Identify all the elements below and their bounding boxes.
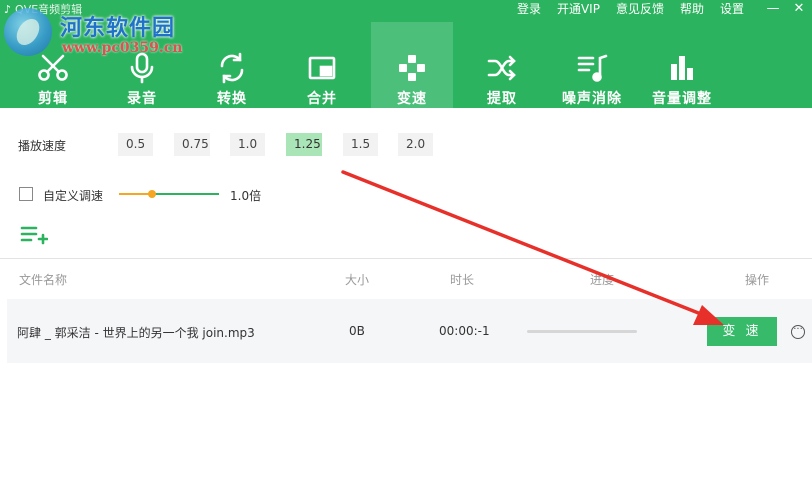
speed-option-1.0[interactable]: 1.0 xyxy=(230,133,265,156)
vip-link[interactable]: 开通VIP xyxy=(557,0,600,17)
microphone-icon xyxy=(125,52,159,84)
app-title: ♪ QVE音频剪辑 xyxy=(4,1,82,17)
file-duration: 00:00:-1 xyxy=(439,324,490,338)
tab-record[interactable]: 录音 xyxy=(101,46,183,108)
app-logo-icon: ♪ xyxy=(4,2,12,16)
tab-merge[interactable]: 合并 xyxy=(281,46,363,108)
feedback-link[interactable]: 意见反馈 xyxy=(616,0,664,17)
tab-merge-label: 合并 xyxy=(307,91,337,107)
tab-volume-label: 音量调整 xyxy=(652,91,712,107)
tab-volume[interactable]: 音量调整 xyxy=(641,46,723,108)
speed-option-1.5[interactable]: 1.5 xyxy=(343,133,378,156)
minimize-button[interactable]: — xyxy=(760,1,786,16)
speed-options-row: 播放速度 0.5 0.75 1.0 1.25 1.5 2.0 xyxy=(0,133,812,157)
table-divider xyxy=(0,258,812,259)
tab-convert-label: 转换 xyxy=(217,91,247,107)
tab-record-label: 录音 xyxy=(127,91,157,107)
table-row[interactable]: 阿肆 _ 郭采洁 - 世界上的另一个我 join.mp3 0B 00:00:-1… xyxy=(7,299,812,363)
top-menu: 登录 开通VIP 意见反馈 帮助 设置 — ✕ xyxy=(517,0,812,16)
feature-toolbar: 剪辑 录音 转换 合并 变速 提取 噪声消除 音量调整 xyxy=(0,22,812,108)
title-bar: ♪ QVE音频剪辑 登录 开通VIP 意见反馈 帮助 设置 — ✕ xyxy=(0,0,812,18)
more-options-icon[interactable]: ··· xyxy=(791,325,805,339)
file-name: 阿肆 _ 郭采洁 - 世界上的另一个我 join.mp3 xyxy=(17,326,255,340)
gamepad-icon xyxy=(395,52,429,84)
help-link[interactable]: 帮助 xyxy=(680,0,704,17)
scissors-icon xyxy=(36,52,70,84)
custom-speed-row: 自定义调速 1.0倍 xyxy=(0,184,812,206)
speed-option-0.75[interactable]: 0.75 xyxy=(174,133,210,156)
tab-cut[interactable]: 剪辑 xyxy=(12,46,94,108)
tab-denoise-label: 噪声消除 xyxy=(562,91,622,107)
speed-option-0.5[interactable]: 0.5 xyxy=(118,133,153,156)
header-size: 大小 xyxy=(345,273,370,287)
custom-speed-checkbox[interactable] xyxy=(19,187,33,201)
speed-option-1.25[interactable]: 1.25 xyxy=(286,133,322,156)
tab-extract[interactable]: 提取 xyxy=(461,46,543,108)
header-duration: 时长 xyxy=(450,273,475,287)
add-file-icon[interactable] xyxy=(20,224,49,246)
table-header: 文件名称 大小 时长 进度 操作 xyxy=(0,266,812,290)
tab-convert[interactable]: 转换 xyxy=(191,46,273,108)
close-button[interactable]: ✕ xyxy=(786,1,812,16)
app-header: ♪ QVE音频剪辑 登录 开通VIP 意见反馈 帮助 设置 — ✕ 剪辑 录音 … xyxy=(0,0,812,108)
speed-change-button[interactable]: 变 速 xyxy=(707,317,777,346)
tab-denoise[interactable]: 噪声消除 xyxy=(551,46,633,108)
header-action: 操作 xyxy=(745,273,770,287)
tab-speed[interactable]: 变速 xyxy=(371,22,453,108)
tab-speed-label: 变速 xyxy=(397,91,427,107)
file-progress-bar xyxy=(527,330,637,333)
speed-option-2.0[interactable]: 2.0 xyxy=(398,133,433,156)
noise-music-icon xyxy=(575,52,609,84)
convert-icon xyxy=(215,52,249,84)
app-title-text: QVE音频剪辑 xyxy=(15,3,83,16)
header-progress: 进度 xyxy=(590,273,615,287)
slider-thumb[interactable] xyxy=(148,190,156,198)
login-link[interactable]: 登录 xyxy=(517,0,541,17)
slider-track-rest xyxy=(152,193,219,195)
file-size: 0B xyxy=(349,324,365,338)
tab-extract-label: 提取 xyxy=(487,91,517,107)
merge-icon xyxy=(305,52,339,84)
settings-link[interactable]: 设置 xyxy=(720,0,744,17)
custom-speed-label: 自定义调速 xyxy=(43,189,104,203)
speed-label: 播放速度 xyxy=(18,139,67,153)
header-filename: 文件名称 xyxy=(19,273,68,287)
shuffle-icon xyxy=(485,52,519,84)
tab-cut-label: 剪辑 xyxy=(38,91,68,107)
volume-bars-icon xyxy=(665,52,699,84)
custom-speed-slider[interactable] xyxy=(119,189,219,199)
custom-speed-value: 1.0倍 xyxy=(230,189,262,203)
